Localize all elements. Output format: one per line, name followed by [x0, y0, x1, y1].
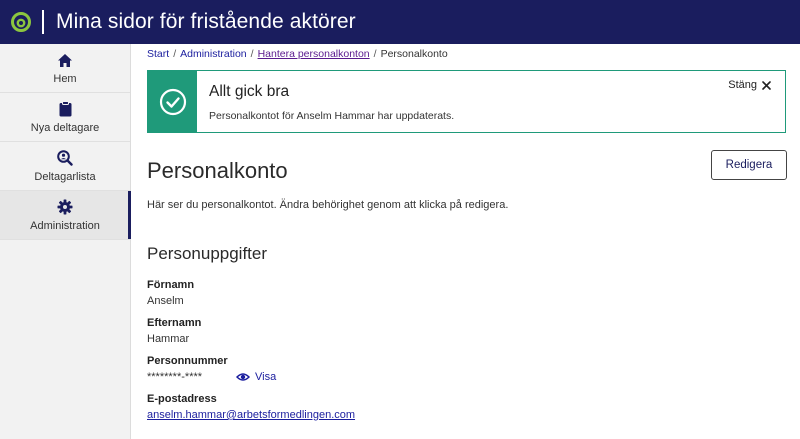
breadcrumb-hantera-personalkonton[interactable]: Hantera personalkonton	[258, 48, 370, 60]
alert-icon-panel	[148, 71, 197, 132]
last-name-value: Hammar	[147, 333, 190, 345]
sidebar-item-administration[interactable]: Administration	[0, 191, 131, 240]
sidebar-item-label: Administration	[30, 220, 100, 232]
breadcrumb-start[interactable]: Start	[147, 48, 169, 60]
show-ssn-button[interactable]: Visa	[236, 371, 276, 383]
search-user-icon	[57, 149, 73, 167]
gear-icon	[57, 198, 73, 216]
page-title: Personalkonto	[147, 158, 288, 183]
section-title-personuppgifter: Personuppgifter	[147, 244, 268, 263]
email-value-wrapper: anselm.hammar@arbetsformedlingen.com	[147, 409, 355, 421]
success-alert: Allt gick bra Personalkontot för Anselm …	[147, 70, 786, 133]
breadcrumb: Start / Administration / Hantera personalkon…	[147, 48, 448, 60]
sidebar-item-label: Nya deltagare	[30, 122, 100, 134]
sidebar-item-label: Hem	[53, 73, 77, 85]
check-circle-icon	[159, 88, 186, 115]
main-content: Start / Administration / Hantera personalkon…	[131, 44, 800, 439]
show-label: Visa	[255, 371, 277, 383]
alert-title: Allt gick bra	[209, 83, 290, 100]
close-icon	[762, 80, 771, 90]
af-logo-icon[interactable]	[4, 0, 38, 44]
ssn-value: ********-****	[147, 371, 203, 383]
sidebar: Hem Nya deltagare Deltagarlista Administ…	[0, 44, 131, 439]
breadcrumb-separator: /	[250, 48, 254, 60]
page-intro: Här ser du personalkontot. Ändra behörig…	[147, 199, 509, 211]
breadcrumb-separator: /	[373, 48, 377, 60]
top-header: Mina sidor för fristående aktörer	[0, 0, 800, 44]
edit-button[interactable]: Redigera	[711, 150, 787, 180]
clipboard-icon	[59, 100, 72, 118]
eye-icon	[236, 373, 250, 381]
first-name-value: Anselm	[147, 295, 184, 307]
sidebar-item-nya-deltagare[interactable]: Nya deltagare	[0, 93, 130, 142]
header-divider	[42, 10, 44, 34]
home-icon	[57, 51, 73, 69]
email-label: E-postadress	[147, 393, 217, 405]
breadcrumb-current: Personalkonto	[380, 48, 448, 60]
sidebar-item-label: Deltagarlista	[34, 171, 96, 183]
ssn-label: Personnummer	[147, 355, 228, 367]
breadcrumb-separator: /	[173, 48, 177, 60]
close-label: Stäng	[728, 79, 757, 91]
email-link[interactable]: anselm.hammar@arbetsformedlingen.com	[147, 409, 355, 421]
breadcrumb-administration[interactable]: Administration	[180, 48, 247, 60]
alert-text: Personalkontot för Anselm Hammar har upp…	[209, 110, 455, 122]
last-name-label: Efternamn	[147, 317, 202, 329]
close-alert-button[interactable]: Stäng	[728, 79, 771, 91]
sidebar-item-deltagarlista[interactable]: Deltagarlista	[0, 142, 130, 191]
first-name-label: Förnamn	[147, 279, 195, 291]
app-title: Mina sidor för fristående aktörer	[56, 10, 356, 33]
sidebar-item-hem[interactable]: Hem	[0, 44, 130, 93]
alert-body: Allt gick bra Personalkontot för Anselm …	[197, 71, 785, 132]
